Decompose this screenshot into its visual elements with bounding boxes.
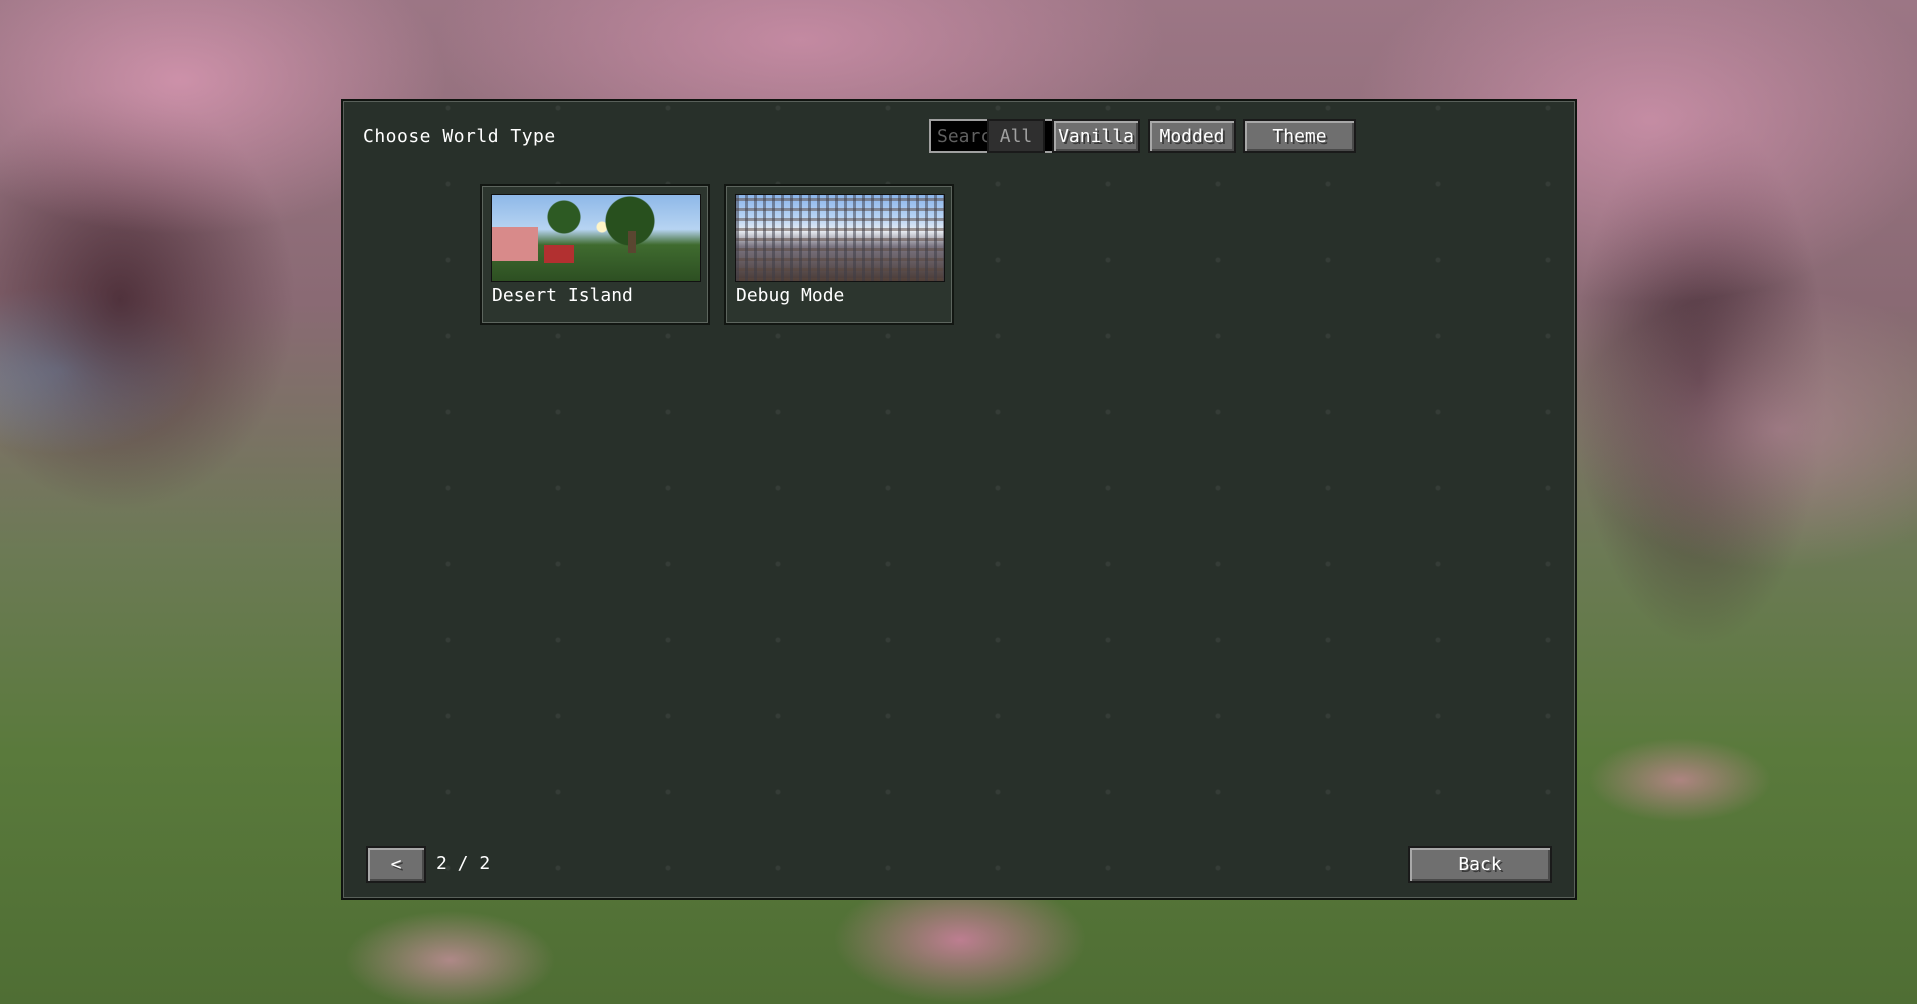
tree-trunk: [628, 231, 636, 253]
filter-all-button[interactable]: All: [987, 119, 1045, 153]
world-card-debug-mode[interactable]: Debug Mode: [724, 184, 954, 325]
pig-figure: [492, 227, 538, 261]
previous-page-button[interactable]: <: [366, 846, 426, 883]
world-card-desert-island[interactable]: Desert Island: [480, 184, 710, 325]
filter-vanilla-button[interactable]: Vanilla: [1052, 119, 1140, 153]
page-indicator: 2 / 2: [436, 853, 491, 874]
world-thumbnail: [735, 194, 945, 282]
back-button[interactable]: Back: [1408, 846, 1552, 883]
filter-modded-button[interactable]: Modded: [1148, 119, 1236, 153]
filter-theme-button[interactable]: Theme: [1243, 119, 1356, 153]
world-type-dialog: Choose World Type All Vanilla Modded The…: [341, 99, 1577, 900]
world-thumbnail: [491, 194, 701, 282]
world-card-label: Desert Island: [492, 285, 633, 306]
dialog-title: Choose World Type: [363, 126, 556, 147]
world-card-label: Debug Mode: [736, 285, 845, 306]
chevron-left-icon: <: [390, 854, 402, 875]
